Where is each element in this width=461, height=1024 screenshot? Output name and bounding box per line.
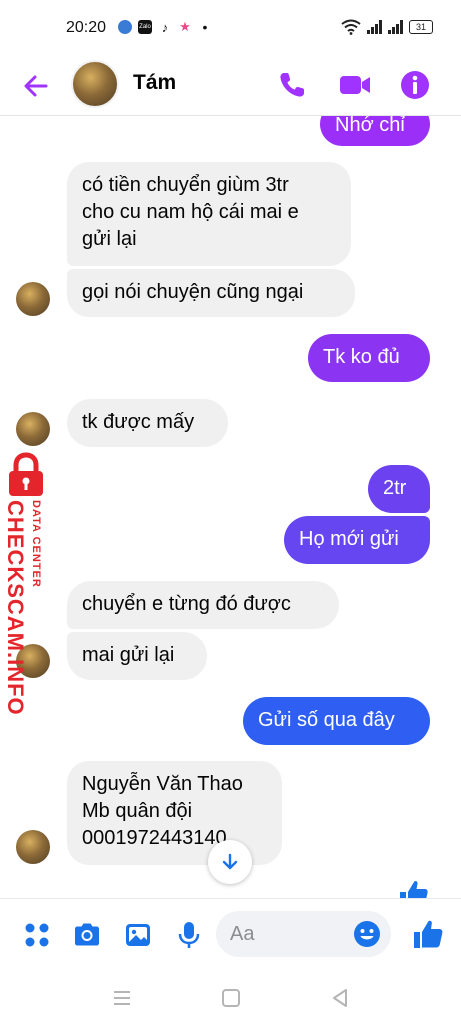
tiktok-icon: ♪ (161, 19, 169, 35)
message-bubble-outgoing[interactable]: Nhớ chỉ (320, 116, 430, 146)
message-text: chuyển e từng đó được (82, 593, 291, 615)
message-bubble-outgoing[interactable]: Tk ko đủ (308, 334, 430, 382)
message-bubble-incoming[interactable]: gọi nói chuyện cũng ngại (67, 269, 355, 317)
sender-avatar[interactable] (16, 830, 50, 864)
message-text: có tiền chuyển giùm 3tr (82, 174, 289, 196)
back-triangle-icon[interactable] (328, 986, 352, 1010)
message-text: Họ mới gửi (299, 528, 399, 550)
back-arrow-icon[interactable] (20, 70, 52, 102)
message-input[interactable] (230, 911, 350, 957)
signal-icon (367, 20, 382, 34)
battery-level: 31 (415, 22, 426, 32)
message-text: Gửi số qua đây (258, 709, 395, 731)
app-icon (118, 20, 132, 34)
thumbs-up-reaction-icon (400, 880, 428, 898)
watermark-tagline-text: DATA CENTER (30, 500, 42, 588)
message-text: Nguyễn Văn Thao (82, 773, 243, 795)
checkscam-watermark: CHECKSCAM.INFO DATA CENTER (2, 452, 50, 716)
message-text: Nhớ chỉ (335, 116, 405, 136)
message-bubble-incoming[interactable]: Nguyễn Văn Thao Mb quân đội 000197244314… (67, 761, 282, 865)
message-bubble-incoming[interactable]: có tiền chuyển giùm 3tr cho cu nam hộ cá… (67, 162, 351, 266)
microphone-icon[interactable] (174, 920, 204, 950)
lock-icon (9, 452, 43, 496)
sender-avatar[interactable] (16, 412, 50, 446)
menu-dots-icon[interactable] (22, 920, 52, 950)
battery-icon: 31 (409, 20, 433, 34)
message-bubble-incoming[interactable]: chuyển e từng đó được (67, 581, 339, 629)
message-bubble-outgoing[interactable]: Họ mới gửi (284, 516, 430, 564)
message-bubble-incoming[interactable]: mai gửi lại (67, 632, 207, 680)
thumbs-up-icon[interactable] (411, 917, 445, 951)
sender-avatar[interactable] (16, 282, 50, 316)
message-text: gửi lại (82, 228, 137, 250)
video-camera-icon[interactable] (338, 68, 372, 102)
zalo-icon: Zalo (138, 20, 152, 34)
status-app-icons: Zalo ♪ ★ • (118, 19, 212, 35)
phone-icon[interactable] (275, 68, 309, 102)
message-bubble-outgoing[interactable]: 2tr (368, 465, 430, 513)
message-text: Mb quân đội (82, 800, 193, 822)
contact-avatar[interactable] (71, 60, 119, 108)
message-text: tk được mấy (82, 411, 195, 433)
message-list[interactable]: Nhớ chỉ có tiền chuyển giùm 3tr cho cu n… (0, 116, 461, 898)
wifi-icon (341, 19, 361, 35)
signal-icon-2 (388, 20, 403, 34)
status-right: 31 (341, 19, 433, 35)
message-text: cho cu nam hộ cái mai e (82, 201, 299, 223)
arrow-down-icon (222, 853, 238, 870)
star-app-icon: ★ (179, 19, 191, 34)
message-text: Tk ko đủ (323, 346, 400, 368)
chat-header: Tám (0, 56, 461, 116)
info-icon[interactable] (398, 68, 432, 102)
contact-name[interactable]: Tám (133, 71, 176, 95)
watermark-tagline: DATA CENTER (28, 500, 44, 620)
message-text: gọi nói chuyện cũng ngại (82, 281, 304, 303)
message-input-field[interactable] (216, 911, 391, 957)
message-text: 2tr (383, 477, 407, 499)
watermark-brand-text: CHECKSCAM.INFO (3, 500, 28, 716)
notification-dot: • (202, 19, 208, 35)
status-time: 20:20 (66, 19, 107, 36)
message-bubble-outgoing[interactable]: Gửi số qua đây (243, 697, 430, 745)
scroll-to-bottom-button[interactable] (208, 840, 252, 884)
system-nav-bar (0, 972, 461, 1024)
message-composer (0, 898, 461, 972)
camera-icon[interactable] (72, 920, 102, 950)
emoji-icon[interactable] (353, 920, 381, 948)
image-icon[interactable] (123, 920, 153, 950)
message-bubble-incoming[interactable]: tk được mấy (67, 399, 228, 447)
message-text: mai gửi lại (82, 644, 175, 666)
menu-icon[interactable] (110, 986, 134, 1010)
home-square-icon[interactable] (219, 986, 243, 1010)
status-bar: 20:20 Zalo ♪ ★ • 31 (0, 0, 461, 56)
